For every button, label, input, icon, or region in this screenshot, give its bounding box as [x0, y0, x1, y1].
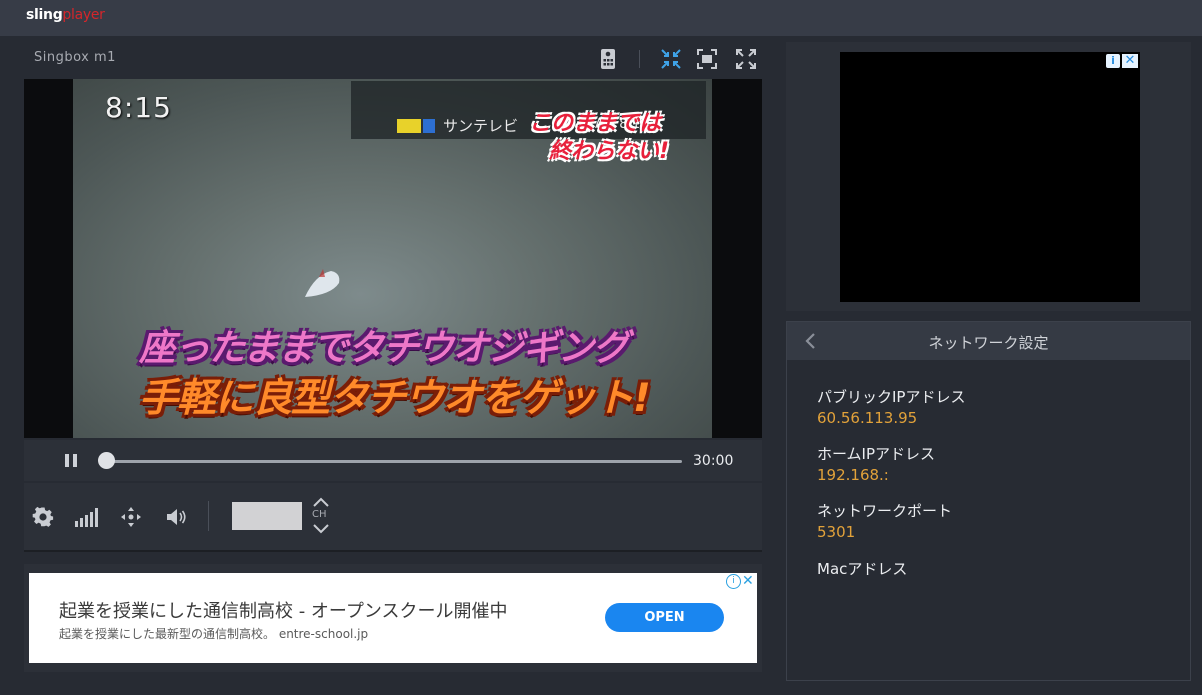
- tv-logo-blue: [423, 119, 435, 133]
- player-header: Singbox m1: [24, 40, 762, 78]
- video-caption-2: 手軽に良型タチウオをゲット!: [139, 376, 651, 421]
- ad-info-icon[interactable]: i: [726, 574, 741, 589]
- video-red-text-2: 終わらない!: [549, 139, 670, 164]
- move-icon[interactable]: [119, 505, 143, 529]
- video-frame: 8:15 サンテレビ AM 8:15 このままでは 終わらない! 座ったままでタ…: [73, 79, 712, 438]
- side-ad-container: i ✕: [786, 42, 1191, 311]
- tv-logo-yellow: [397, 119, 421, 133]
- side-ad-close-icon[interactable]: ✕: [1122, 54, 1138, 68]
- signal-icon[interactable]: [74, 505, 98, 529]
- gear-icon[interactable]: [31, 505, 55, 529]
- device-name: Singbox m1: [34, 50, 116, 65]
- video-clock: 8:15: [105, 91, 172, 124]
- channel-input[interactable]: [232, 502, 302, 530]
- fish-image: [305, 269, 340, 297]
- video-caption-1: 座ったままでタチウオジギング: [139, 328, 629, 369]
- home-ip-value: 192.168.:: [817, 466, 889, 484]
- network-panel-title: ネットワーク設定: [928, 334, 1049, 352]
- pause-bar-right: [73, 454, 77, 467]
- video-channel-name: サンテレビ: [443, 117, 519, 135]
- network-port-label: ネットワークポート: [817, 502, 953, 520]
- channel-down-icon[interactable]: [312, 524, 330, 534]
- video-display[interactable]: 8:15 サンテレビ AM 8:15 このままでは 終わらない! 座ったままでタ…: [24, 79, 762, 438]
- header-divider: [639, 50, 640, 68]
- network-row-port: ネットワークポート 5301: [817, 500, 952, 541]
- duration-label: 30:00: [693, 453, 734, 469]
- pause-button[interactable]: [65, 454, 79, 468]
- ad-close-icon[interactable]: ✕: [742, 573, 754, 589]
- bottom-ad-container: 起業を授業にした通信制高校 - オープンスクール開催中 起業を授業にした最新型の…: [24, 564, 762, 672]
- ad-title[interactable]: 起業を授業にした通信制高校 - オープンスクール開催中: [59, 597, 508, 623]
- bottom-ad[interactable]: 起業を授業にした通信制高校 - オープンスクール開催中 起業を授業にした最新型の…: [29, 573, 757, 663]
- remote-icon[interactable]: [597, 48, 619, 70]
- progress-track[interactable]: [106, 460, 682, 463]
- ad-subtitle: 起業を授業にした最新型の通信制高校。 entre-school.jp: [59, 627, 369, 641]
- public-ip-value: 60.56.113.95: [817, 409, 918, 427]
- mac-address-label: Macアドレス: [817, 560, 908, 578]
- ad-open-button[interactable]: OPEN: [605, 603, 724, 632]
- network-row-mac: Macアドレス: [817, 558, 907, 581]
- public-ip-label: パブリックIPアドレス: [817, 388, 966, 406]
- controls-divider: [208, 501, 209, 531]
- control-bar: CH: [24, 483, 762, 552]
- pause-bar-left: [65, 454, 69, 467]
- fit-screen-icon[interactable]: [660, 48, 682, 70]
- logo-sling-text: sling: [26, 7, 63, 23]
- progress-knob[interactable]: [98, 452, 115, 469]
- volume-icon[interactable]: [165, 505, 189, 529]
- seek-bar: 30:00: [24, 440, 762, 481]
- normal-size-icon[interactable]: [696, 48, 718, 70]
- network-row-public-ip: パブリックIPアドレス 60.56.113.95: [817, 386, 965, 427]
- network-port-value: 5301: [817, 523, 856, 541]
- channel-label: CH: [312, 509, 327, 520]
- home-ip-label: ホームIPアドレス: [817, 445, 936, 463]
- top-bar: slingplayer: [0, 0, 1202, 36]
- side-ad[interactable]: i ✕: [840, 52, 1140, 302]
- network-row-home-ip: ホームIPアドレス 192.168.:: [817, 443, 935, 484]
- fullscreen-icon[interactable]: [735, 48, 757, 70]
- slingplayer-logo[interactable]: slingplayer: [26, 7, 105, 23]
- network-panel-header: ネットワーク設定: [787, 322, 1190, 360]
- logo-player-text: player: [62, 7, 105, 23]
- channel-up-icon[interactable]: [312, 497, 330, 507]
- network-settings-panel: ネットワーク設定 パブリックIPアドレス 60.56.113.95 ホームIPア…: [786, 321, 1191, 681]
- side-ad-info-icon[interactable]: i: [1106, 54, 1120, 68]
